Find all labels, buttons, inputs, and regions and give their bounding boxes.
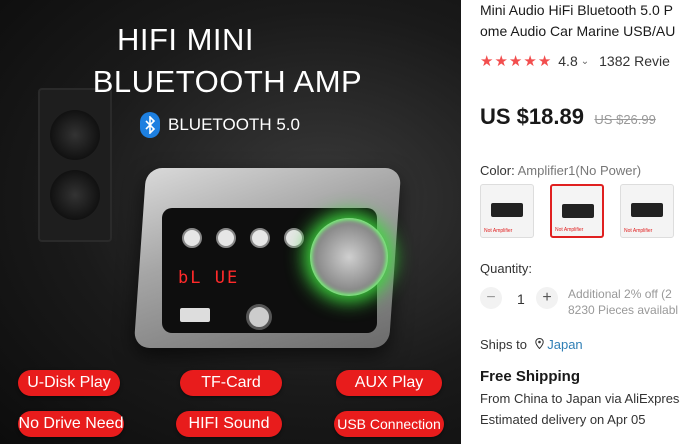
free-shipping-label: Free Shipping <box>480 368 581 385</box>
stock-available: 8230 Pieces availabl <box>568 303 679 317</box>
speaker-decoration <box>38 88 112 242</box>
swatch-caption: Not Amplifier <box>484 228 513 234</box>
color-swatch-option[interactable]: Not Amplifier <box>480 184 534 238</box>
color-swatch-option-selected[interactable]: Not Amplifier <box>550 184 604 238</box>
discount-note: Additional 2% off (2 <box>568 287 672 301</box>
product-title[interactable]: Mini Audio HiFi Bluetooth 5.0 P ome Audi… <box>480 0 680 42</box>
device-play-button-icon <box>216 228 236 248</box>
color-label: Color: Amplifier1(No Power) <box>480 163 641 178</box>
ships-to-label: Ships to <box>480 337 527 352</box>
hero-title-line1: HIFI MINI <box>116 22 255 57</box>
swatch-caption: Not Amplifier <box>624 228 653 234</box>
price-row: US $18.89 US $26.99 <box>480 104 656 130</box>
product-title-line1: Mini Audio HiFi Bluetooth 5.0 P <box>480 2 673 18</box>
bluetooth-icon <box>140 112 160 138</box>
aux-port-icon <box>246 304 272 330</box>
rating-value: 4.8 <box>558 53 578 69</box>
feature-badge: HIFI Sound <box>176 411 282 437</box>
star-icon: ★ <box>508 53 523 70</box>
product-title-line2: ome Audio Car Marine USB/AU <box>480 23 676 39</box>
current-price: US $18.89 <box>480 104 584 129</box>
quantity-decrement-button[interactable]: − <box>480 287 502 309</box>
hero-title-line2: BLUETOOTH AMP <box>92 64 363 99</box>
ships-to-row: Ships to Japan <box>480 337 583 352</box>
product-info-panel: Mini Audio HiFi Bluetooth 5.0 P ome Audi… <box>480 0 680 444</box>
quantity-note: Additional 2% off (2 8230 Pieces availab… <box>568 286 678 318</box>
device-next-button-icon <box>250 228 270 248</box>
feature-badge: No Drive Need <box>18 411 124 437</box>
usb-port-icon <box>180 308 210 322</box>
quantity-increment-button[interactable]: + <box>536 287 558 309</box>
star-icon: ★ <box>537 53 552 70</box>
quantity-value[interactable]: 1 <box>517 291 525 307</box>
location-pin-icon <box>534 337 548 352</box>
device-mode-button-icon <box>284 228 304 248</box>
review-count[interactable]: 1382 Revie <box>599 53 670 69</box>
shipping-route: From China to Japan via AliExpress S <box>480 391 680 406</box>
star-icon: ★ <box>523 53 537 70</box>
color-selected-value: Amplifier1(No Power) <box>517 163 642 178</box>
rating-row[interactable]: ★ ★ ★ ★ ★ 4.8 ⌄ 1382 Revie <box>480 52 670 70</box>
ships-to-location-link[interactable]: Japan <box>547 337 582 352</box>
star-icon: ★ <box>480 53 494 70</box>
star-icon: ★ <box>494 53 508 70</box>
device-display: bL UE <box>178 268 240 288</box>
device-prev-button-icon <box>182 228 202 248</box>
feature-badge: U-Disk Play <box>18 370 120 396</box>
original-price: US $26.99 <box>594 112 656 127</box>
color-swatch-option[interactable]: Not Amplifier <box>620 184 674 238</box>
amplifier-device: bL UE <box>133 168 402 358</box>
volume-knob-icon <box>310 218 388 296</box>
estimated-delivery: Estimated delivery on Apr 05 <box>480 412 646 427</box>
color-label-text: Color: <box>480 163 515 178</box>
swatch-caption: Not Amplifier <box>555 227 584 233</box>
bluetooth-row: BLUETOOTH 5.0 <box>140 112 300 138</box>
chevron-down-icon[interactable]: ⌄ <box>581 56 589 67</box>
feature-badge: AUX Play <box>336 370 442 396</box>
feature-badge: TF-Card <box>180 370 282 396</box>
feature-badge: USB Connection <box>334 411 444 437</box>
quantity-label: Quantity: <box>480 261 533 276</box>
product-image[interactable]: HIFI MINI BLUETOOTH AMP BLUETOOTH 5.0 bL… <box>0 0 461 444</box>
bluetooth-label: BLUETOOTH 5.0 <box>168 115 300 134</box>
